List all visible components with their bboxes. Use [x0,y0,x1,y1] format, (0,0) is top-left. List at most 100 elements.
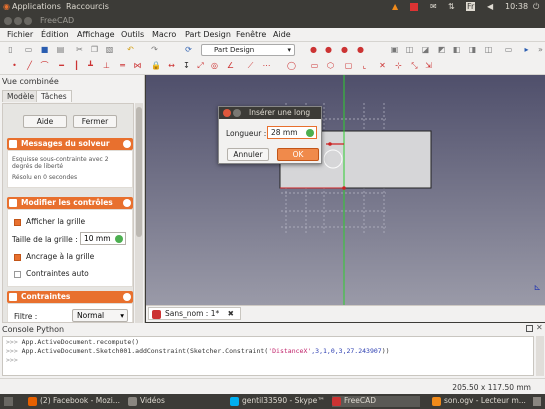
menu-fenetre[interactable]: Fenêtre [236,30,266,39]
task-freecad[interactable]: FreeCAD [332,396,420,407]
document-tab[interactable]: Sans_nom : 1* ✖ [148,307,241,320]
constraints-header[interactable]: Contraintes [7,291,133,303]
angle-icon[interactable]: ∠ [226,61,235,70]
filter-select[interactable]: Normal ▾ [72,309,128,322]
distance-x-icon[interactable]: ↔ [167,61,176,70]
slot-icon[interactable]: ▢ [344,61,353,70]
tab-tasks[interactable]: Tâches [36,90,72,102]
rectangle-icon[interactable]: ▭ [310,61,319,70]
undo-icon[interactable]: ↶ [126,45,135,54]
print-icon[interactable]: ▤ [56,45,65,54]
volume-icon[interactable]: ◀ [487,2,493,11]
paste-icon[interactable]: ▧ [105,45,114,54]
polygon-icon[interactable]: ⬡ [326,61,335,70]
menu-fichier[interactable]: Fichier [7,30,33,39]
cancel-button[interactable]: Annuler [227,148,269,161]
line-icon[interactable]: ╱ [25,61,34,70]
console-line[interactable]: >>> [6,356,530,365]
3d-viewport[interactable]: ⊾ [146,75,545,305]
menu-outils[interactable]: Outils [121,30,144,39]
menu-aide[interactable]: Aide [273,30,291,39]
collapse-icon[interactable] [123,140,131,148]
minimize-icon[interactable] [233,109,241,117]
save-icon[interactable]: ■ [40,45,49,54]
window-maximize-icon[interactable] [24,17,32,25]
task-videos[interactable]: Vidéos [128,396,165,407]
task-media-player[interactable]: son.ogv - Lecteur m... [432,396,526,407]
window-close-icon[interactable] [4,17,12,25]
solver-messages-header[interactable]: Messages du solveur [7,138,133,150]
length-input[interactable]: 28 mm [267,126,317,139]
snap-grid-checkbox[interactable] [14,254,21,261]
ubuntu-logo-icon[interactable]: ◉ [3,2,10,11]
show-grid-checkbox[interactable] [14,219,21,226]
cut-icon[interactable]: ✂ [75,45,84,54]
mail-icon[interactable]: ✉ [430,2,437,11]
sketch-validate-icon[interactable]: ● [340,45,349,54]
distance-y-icon[interactable]: ↧ [182,61,191,70]
clock[interactable]: 10:38 [505,2,528,11]
menu-edition[interactable]: Édition [41,30,69,39]
external-icon[interactable]: ⊹ [394,61,403,70]
task-firefox[interactable]: (2) Facebook - Mozi... [28,396,120,407]
shortcuts-menu[interactable]: Raccourcis [66,2,109,11]
network-icon[interactable]: ⇅ [448,2,455,11]
copy-icon[interactable]: ❐ [90,45,99,54]
polyline-icon[interactable]: ⟋ [246,61,255,70]
view-rear-icon[interactable]: ◧ [452,45,461,54]
redo-icon[interactable]: ↷ [150,45,159,54]
edit-controls-header[interactable]: Modifier les contrôles [7,197,133,209]
sketch-icon[interactable]: ● [309,45,318,54]
ok-button[interactable]: OK [277,148,319,161]
close-icon[interactable] [223,109,231,117]
help-button[interactable]: Aide [23,115,67,128]
distance-icon[interactable]: ⤢ [196,61,205,70]
console-scrollbar[interactable] [536,336,544,376]
grid-size-field[interactable]: 10 mm [80,232,126,245]
undock-icon[interactable] [526,325,533,332]
auto-constraints-checkbox[interactable] [14,271,21,278]
help-what-icon[interactable]: ▸ [522,45,531,54]
horizontal-icon[interactable]: ━ [57,61,66,70]
circle-icon[interactable]: ◯ [287,61,296,70]
show-desktop-icon[interactable] [4,397,13,406]
task-skype[interactable]: gentil33590 - Skype™ [230,396,325,407]
view-front-icon[interactable]: ◫ [405,45,414,54]
record-icon[interactable] [410,3,418,11]
toolbar-overflow-icon[interactable]: » [536,45,545,54]
python-console-output[interactable]: >>> App.ActiveDocument.recompute() >>> A… [2,336,534,376]
symmetric-icon[interactable]: ⋈ [133,61,142,70]
lock-icon[interactable]: 🔒 [151,61,161,70]
tab-model[interactable]: Modèle [2,90,40,102]
close-button[interactable]: Fermer [73,115,117,128]
fillet-icon[interactable]: ⌞ [360,61,369,70]
new-icon[interactable]: ▯ [6,45,15,54]
construction-icon[interactable]: ⋯ [262,61,271,70]
workbench-selector[interactable]: Part Design ▾ [201,44,295,56]
sketch-canvas[interactable] [146,75,545,305]
menu-macro[interactable]: Macro [152,30,176,39]
perpendicular-icon[interactable]: ┻ [86,61,95,70]
applications-menu[interactable]: Applications [12,2,61,11]
sketch-attach-icon[interactable]: ● [324,45,333,54]
trash-icon[interactable] [533,397,541,406]
view-right-icon[interactable]: ◩ [437,45,446,54]
view-top-icon[interactable]: ◪ [421,45,430,54]
radius-icon[interactable]: ◎ [210,61,219,70]
scrollbar-thumb[interactable] [136,107,142,237]
panel-scrollbar[interactable] [135,103,143,323]
menu-part-design[interactable]: Part Design [185,30,231,39]
close-icon[interactable]: ✖ [228,309,234,318]
select-icon[interactable]: ⇲ [424,61,433,70]
equal-icon[interactable]: ═ [118,61,127,70]
refresh-icon[interactable]: ⟳ [184,45,193,54]
point-icon[interactable]: • [10,61,19,70]
construction-mode-icon[interactable]: ⤡ [410,61,419,70]
arc-icon[interactable]: ⌒ [40,61,49,70]
vertical-icon[interactable]: ┃ [72,61,81,70]
view-iso-icon[interactable]: ▣ [390,45,399,54]
sketch-close-icon[interactable]: ● [356,45,365,54]
tangent-icon[interactable]: ⊥ [102,61,111,70]
collapse-icon[interactable] [123,293,131,301]
view-bottom-icon[interactable]: ◨ [468,45,477,54]
